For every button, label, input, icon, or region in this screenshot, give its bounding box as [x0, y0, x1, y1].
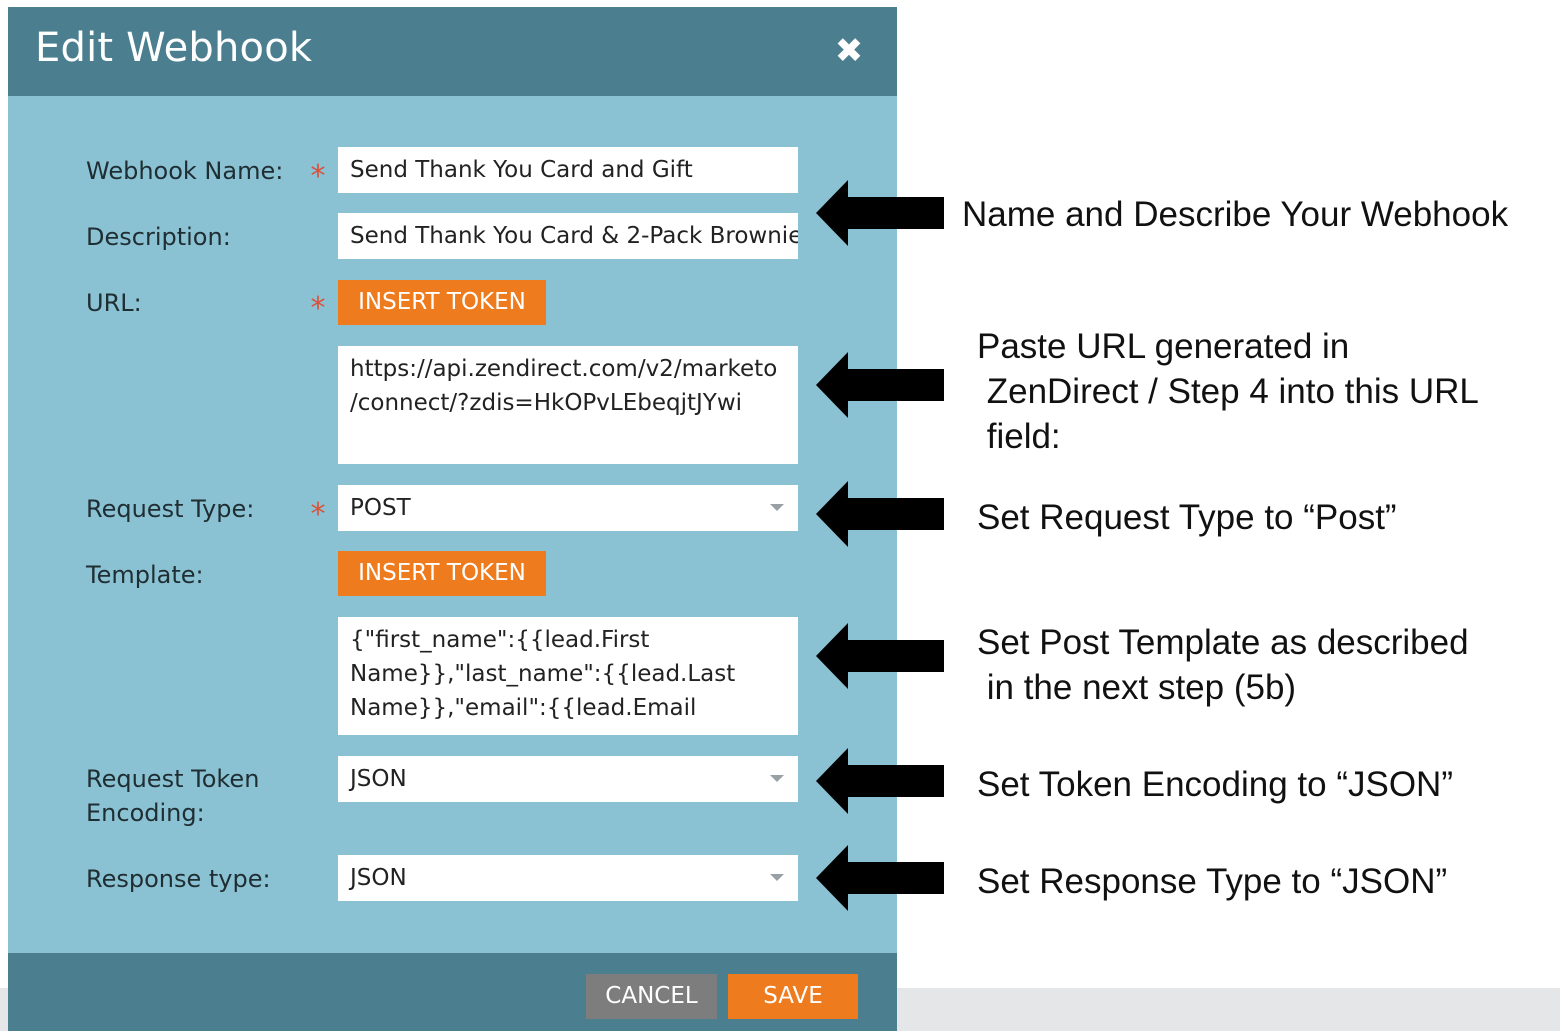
chevron-down-icon [770, 775, 784, 782]
arrow-left-icon [816, 352, 944, 418]
chevron-down-icon [770, 504, 784, 511]
webhook-name-label: Webhook Name: [86, 157, 284, 185]
template-textarea[interactable]: {"first_name":{{lead.First Name}},"last_… [338, 617, 798, 735]
arrow-left-icon [816, 180, 944, 246]
response-type-label: Response type: [86, 865, 271, 893]
url-textarea[interactable]: https://api.zendirect.com/v2/marketo /co… [338, 346, 798, 464]
request-type-select[interactable]: POST [338, 485, 798, 531]
response-type-value: JSON [350, 865, 407, 891]
request-type-value: POST [350, 495, 411, 521]
note-response-type: Set Response Type to “JSON” [977, 862, 1448, 901]
required-asterisk-icon: * [310, 291, 326, 326]
dialog-title: Edit Webhook [35, 25, 313, 71]
arrow-left-icon [816, 748, 944, 814]
description-label: Description: [86, 223, 231, 251]
webhook-name-input[interactable]: Send Thank You Card and Gift [338, 147, 798, 193]
request-type-label: Request Type: [86, 495, 255, 523]
template-label: Template: [86, 561, 204, 589]
close-icon[interactable]: ✖ [834, 33, 864, 69]
request-token-encoding-value: JSON [350, 766, 407, 792]
chevron-down-icon [770, 874, 784, 881]
request-token-encoding-label-line2: Encoding: [86, 799, 205, 827]
required-asterisk-icon: * [310, 497, 326, 532]
template-insert-token-button[interactable]: INSERT TOKEN [338, 551, 546, 596]
dialog-header: Edit Webhook ✖ [8, 7, 897, 96]
required-asterisk-icon: * [310, 159, 326, 194]
description-input[interactable]: Send Thank You Card & 2-Pack Brownie [338, 213, 798, 259]
url-insert-token-button[interactable]: INSERT TOKEN [338, 280, 546, 325]
arrow-left-icon [816, 481, 944, 547]
note-post-template: Set Post Template as described in the ne… [977, 623, 1469, 707]
arrow-left-icon [816, 623, 944, 689]
response-type-select[interactable]: JSON [338, 855, 798, 901]
save-button[interactable]: SAVE [728, 974, 858, 1019]
note-request-type: Set Request Type to “Post” [977, 498, 1397, 537]
note-name-describe: Name and Describe Your Webhook [962, 195, 1509, 234]
request-token-encoding-select[interactable]: JSON [338, 756, 798, 802]
arrow-left-icon [816, 845, 944, 911]
cancel-button[interactable]: CANCEL [586, 974, 717, 1019]
note-token-encoding: Set Token Encoding to “JSON” [977, 765, 1453, 804]
page: Edit Webhook ✖ Webhook Name: * Send Than… [0, 0, 1560, 1031]
note-paste-url: Paste URL generated in ZenDirect / Step … [977, 327, 1479, 456]
url-label: URL: [86, 289, 142, 317]
request-token-encoding-label-line1: Request Token [86, 765, 260, 793]
